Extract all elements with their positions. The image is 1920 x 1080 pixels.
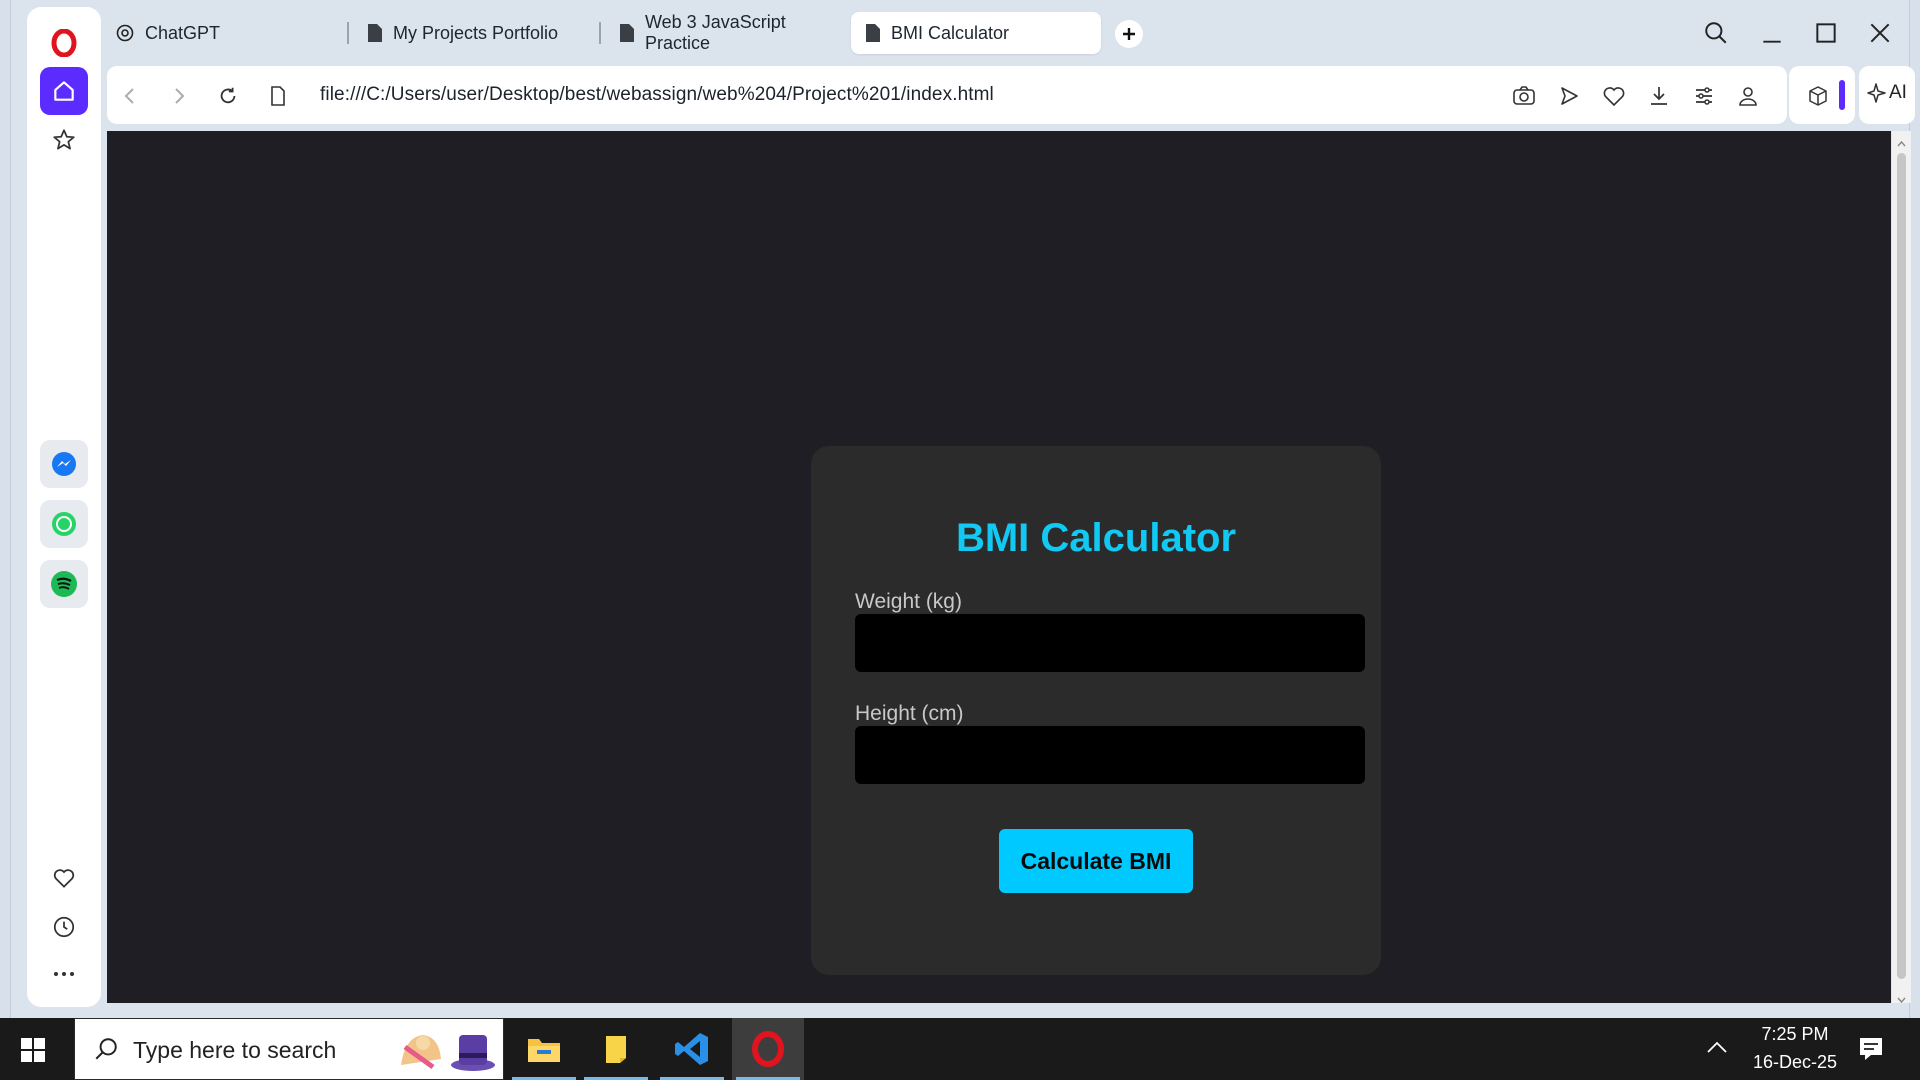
opera-sidebar	[27, 7, 101, 1007]
tab-separator	[347, 22, 349, 44]
scroll-down-arrow[interactable]	[1897, 991, 1906, 1009]
flow-send-icon[interactable]	[1556, 83, 1582, 109]
page-scrollbar[interactable]	[1892, 131, 1911, 1004]
weight-label: Weight (kg)	[855, 590, 962, 613]
tab-bmi-calculator[interactable]: BMI Calculator	[851, 12, 1101, 54]
tab-chatgpt[interactable]: ChatGPT	[101, 12, 341, 54]
tab-label: Web 3 JavaScript Practice	[645, 12, 786, 53]
search-placeholder: Type here to search	[133, 1037, 337, 1063]
scroll-up-arrow[interactable]	[1897, 135, 1906, 153]
download-icon[interactable]	[1646, 83, 1672, 109]
scroll-thumb[interactable]	[1897, 153, 1906, 979]
tab-search-icon[interactable]	[1703, 20, 1729, 51]
taskbar-search-box[interactable]: Type here to search	[74, 1018, 504, 1080]
bookmark-heart-icon[interactable]	[1601, 83, 1627, 109]
clock-date[interactable]: 16-Dec-25	[1740, 1052, 1850, 1073]
heart-icon[interactable]	[40, 854, 88, 902]
search-icon	[93, 1036, 119, 1067]
chatgpt-icon	[115, 23, 135, 43]
new-tab-button[interactable]	[1115, 20, 1143, 48]
windows-start-icon[interactable]	[20, 1037, 46, 1068]
home-icon[interactable]	[40, 67, 88, 115]
sticky-notes-icon[interactable]	[580, 1018, 652, 1080]
tab-web3-javascript-practice[interactable]: Web 3 JavaScript Practice	[605, 12, 855, 54]
notification-center-icon[interactable]	[1858, 1036, 1884, 1067]
calculate-bmi-button[interactable]: Calculate BMI	[999, 829, 1193, 893]
browser-window: ChatGPT My Projects Portfolio Web 3 Java…	[10, 0, 1915, 1018]
page-viewport: BMI Calculator Weight (kg) Height (cm) C…	[107, 131, 1891, 1003]
star-icon[interactable]	[40, 116, 88, 164]
address-bar: file:///C:/Users/user/Desktop/best/webas…	[107, 66, 1787, 124]
extensions-panel	[1789, 66, 1855, 124]
bmi-card: BMI Calculator Weight (kg) Height (cm) C…	[811, 446, 1381, 975]
url-text[interactable]: file:///C:/Users/user/Desktop/best/webas…	[320, 84, 994, 106]
maximize-button[interactable]	[1813, 20, 1839, 51]
opera-taskbar-icon[interactable]	[732, 1018, 804, 1080]
easy-setup-icon[interactable]	[1691, 83, 1717, 109]
snapshot-icon[interactable]	[1511, 83, 1537, 109]
page-title: BMI Calculator	[955, 516, 1237, 560]
tab-label: BMI Calculator	[891, 22, 1010, 43]
opera-menu-icon[interactable]	[40, 19, 88, 67]
clock-time[interactable]: 7:25 PM	[1740, 1024, 1850, 1045]
ai-label: AI	[1889, 82, 1907, 103]
tab-label: My Projects Portfolio	[393, 22, 559, 43]
extension-indicator	[1839, 80, 1845, 110]
windows-taskbar: Type here to search 7:25 PM 16-Dec-25	[0, 1018, 1920, 1080]
extensions-cube-icon[interactable]	[1805, 83, 1831, 109]
aria-ai-button[interactable]: AI	[1859, 66, 1915, 124]
profile-icon[interactable]	[1735, 83, 1761, 109]
tab-label: ChatGPT	[145, 22, 221, 43]
history-icon[interactable]	[40, 903, 88, 951]
spotify-icon[interactable]	[40, 560, 88, 608]
more-icon[interactable]	[40, 950, 88, 998]
reload-button[interactable]	[215, 83, 241, 109]
search-highlight-illustration-icon	[393, 1025, 497, 1080]
plus-icon	[1123, 28, 1135, 40]
page-info-icon[interactable]	[265, 83, 291, 109]
document-icon	[865, 23, 881, 43]
tab-my-projects-portfolio[interactable]: My Projects Portfolio	[353, 12, 593, 54]
whatsapp-icon[interactable]	[40, 500, 88, 548]
messenger-icon[interactable]	[40, 440, 88, 488]
minimize-button[interactable]	[1759, 20, 1785, 51]
close-window-button[interactable]	[1867, 20, 1893, 51]
tab-separator	[599, 22, 601, 44]
height-label: Height (cm)	[855, 702, 964, 725]
back-button[interactable]	[117, 83, 143, 109]
sparkle-icon	[1867, 82, 1889, 111]
show-hidden-icons-chevron-up-icon[interactable]	[1706, 1040, 1728, 1059]
weight-input[interactable]	[855, 614, 1365, 672]
document-icon	[619, 23, 635, 43]
forward-button[interactable]	[166, 83, 192, 109]
height-input[interactable]	[855, 726, 1365, 784]
document-icon	[367, 23, 383, 43]
file-explorer-icon[interactable]	[508, 1018, 580, 1080]
vscode-icon[interactable]	[656, 1018, 728, 1080]
